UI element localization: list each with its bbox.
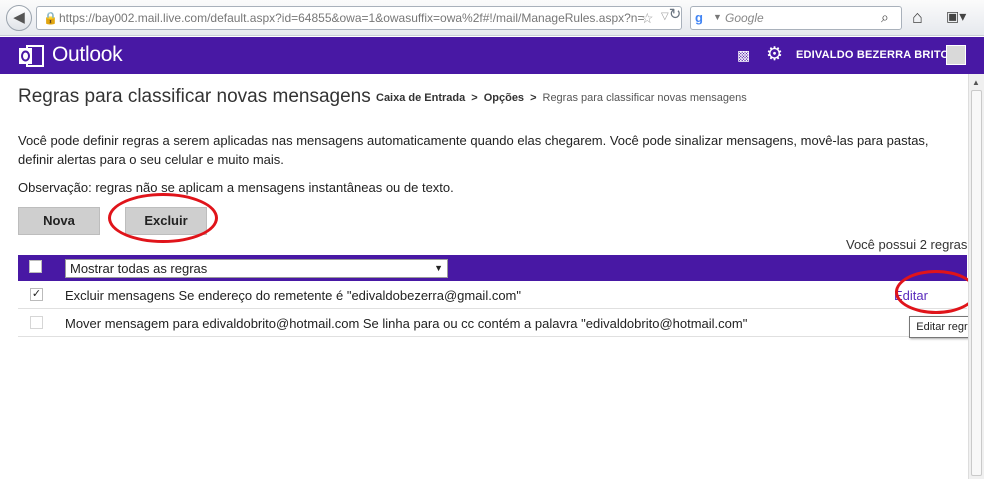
chat-icon[interactable]: ▩ xyxy=(737,47,750,64)
outlook-header: Outlook ▩ ⚙ EDIVALDO BEZERRA BRITO xyxy=(0,37,984,74)
note-text: Observação: regras não se aplicam a mens… xyxy=(18,180,454,195)
back-button[interactable]: ◀ xyxy=(6,5,32,31)
user-name[interactable]: EDIVALDO BEZERRA BRITO xyxy=(796,49,949,61)
rule-description: Mover mensagem para edivaldobrito@hotmai… xyxy=(65,316,748,331)
scroll-up-icon[interactable]: ▲ xyxy=(972,78,980,87)
back-arrow-icon: ◀ xyxy=(13,9,25,26)
breadcrumb-current: Regras para classificar novas mensagens xyxy=(542,92,747,104)
rule-checkbox[interactable]: ✓ xyxy=(30,288,43,301)
rules-filter-select[interactable]: Mostrar todas as regras ▼ xyxy=(65,259,448,278)
highlight-circle xyxy=(895,270,977,314)
reload-icon[interactable]: ↻ xyxy=(664,4,686,26)
breadcrumb: Caixa de Entrada > Opções > Regras para clas… xyxy=(376,92,747,104)
bookmarks-menu-icon[interactable]: ▣▾ xyxy=(946,8,974,28)
vertical-scrollbar[interactable]: ▲ xyxy=(968,74,984,479)
search-input[interactable]: Google xyxy=(725,11,764,25)
rule-row[interactable]: ✓ Excluir mensagens Se endereço do remet… xyxy=(18,281,967,309)
intro-text: Você pode definir regras a serem aplicad… xyxy=(18,133,929,167)
outlook-logo-icon[interactable] xyxy=(18,43,44,69)
home-icon[interactable]: ⌂ xyxy=(912,7,923,28)
rule-description: Excluir mensagens Se endereço do remeten… xyxy=(65,288,521,303)
select-all-checkbox[interactable] xyxy=(29,260,42,273)
search-icon[interactable]: ⌕ xyxy=(881,9,889,26)
gear-icon[interactable]: ⚙ xyxy=(766,43,783,66)
rule-row[interactable]: Mover mensagem para edivaldobrito@hotmai… xyxy=(18,309,967,337)
chevron-down-icon: ▼ xyxy=(434,263,443,273)
rule-checkbox[interactable] xyxy=(30,316,43,329)
browser-toolbar: ◀ 🔒 https://bay002.mail.live.com/default… xyxy=(0,0,984,36)
lock-icon: 🔒 xyxy=(43,11,58,25)
url-text[interactable]: https://bay002.mail.live.com/default.asp… xyxy=(59,11,644,25)
search-engine-dropdown-icon[interactable]: ▼ xyxy=(713,12,722,22)
scrollbar-thumb[interactable] xyxy=(971,90,982,476)
breadcrumb-options[interactable]: Opções xyxy=(484,92,524,104)
avatar[interactable] xyxy=(946,45,966,65)
google-icon[interactable]: g xyxy=(695,10,711,26)
breadcrumb-separator: > xyxy=(471,92,478,104)
search-bar[interactable]: g ▼ Google ⌕ xyxy=(690,6,902,30)
breadcrumb-separator: > xyxy=(530,92,537,104)
filter-selected-value: Mostrar todas as regras xyxy=(70,261,208,276)
app-title[interactable]: Outlook xyxy=(52,43,123,67)
bookmark-star-icon[interactable]: ☆ xyxy=(641,10,654,27)
rules-table-header: Mostrar todas as regras ▼ xyxy=(18,255,967,281)
new-rule-button[interactable]: Nova xyxy=(18,207,100,235)
address-bar[interactable]: 🔒 https://bay002.mail.live.com/default.a… xyxy=(36,6,682,30)
highlight-circle xyxy=(108,193,218,243)
rules-count: Você possui 2 regras xyxy=(846,237,968,252)
breadcrumb-inbox[interactable]: Caixa de Entrada xyxy=(376,92,465,104)
page-title: Regras para classificar novas mensagens xyxy=(18,86,371,107)
